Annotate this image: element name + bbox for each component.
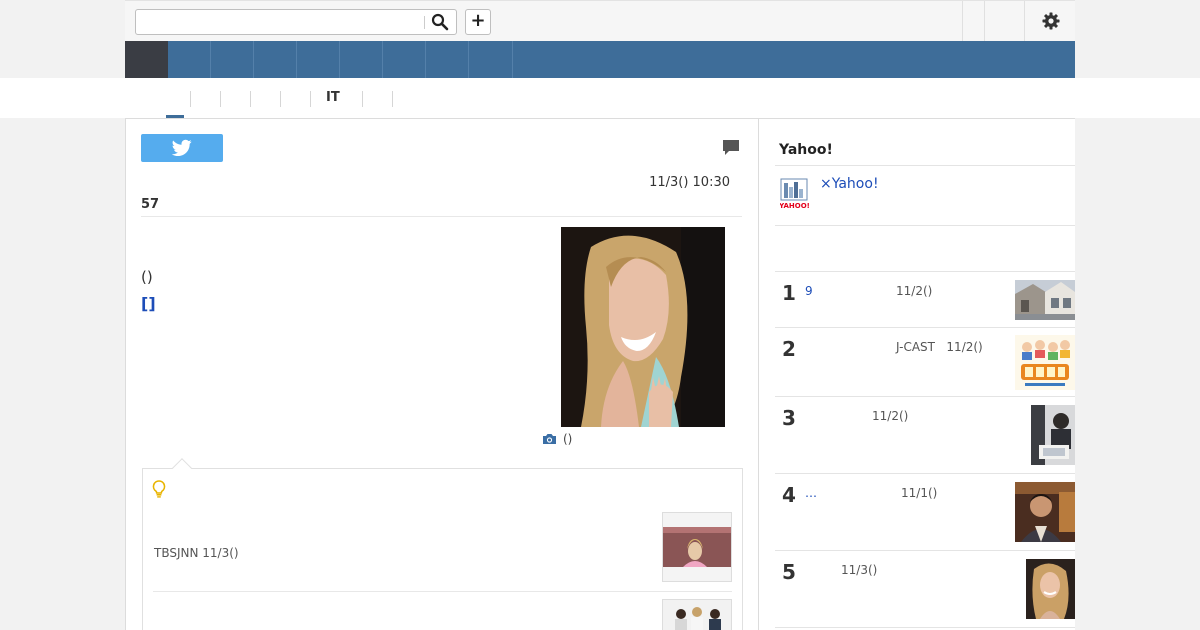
camera-icon bbox=[543, 434, 556, 444]
search-icon bbox=[431, 13, 449, 31]
lightbulb-icon bbox=[152, 480, 166, 498]
settings-button[interactable] bbox=[1024, 1, 1075, 41]
rank-number: 1 bbox=[782, 281, 796, 305]
article-photo[interactable] bbox=[561, 227, 725, 427]
rank-meta: 11/3() bbox=[841, 563, 878, 577]
header-link-2[interactable] bbox=[984, 1, 1024, 41]
sidebar-divider bbox=[775, 627, 1075, 628]
rank-meta: 11/2() bbox=[896, 284, 933, 298]
header-link-1[interactable] bbox=[962, 1, 984, 41]
gear-icon bbox=[1042, 12, 1060, 30]
article-main: 11/3() 10:30 57 () [] () TBSJNN 11/3() bbox=[125, 118, 759, 630]
sidebar-divider bbox=[775, 165, 1075, 166]
ranking-item-2[interactable]: 2 J-CAST 11/2() bbox=[775, 328, 1075, 396]
yahoo-logo[interactable]: YAHOO! bbox=[778, 178, 810, 210]
rank-meta: 11/2() bbox=[872, 409, 909, 423]
rank-thumbnail[interactable] bbox=[1026, 559, 1075, 619]
nav-item-2[interactable] bbox=[168, 41, 211, 78]
article-text: () bbox=[141, 268, 153, 286]
nav-item-5[interactable] bbox=[297, 41, 340, 78]
sub-nav: IT bbox=[0, 78, 1200, 118]
nav-item-top[interactable] bbox=[125, 41, 168, 78]
nav-item-8[interactable] bbox=[426, 41, 469, 78]
twitter-share-button[interactable] bbox=[141, 134, 223, 162]
search-box bbox=[135, 9, 457, 35]
related-arrow bbox=[172, 458, 192, 478]
rank-number: 3 bbox=[782, 406, 796, 430]
comment-icon[interactable] bbox=[722, 139, 740, 156]
ranking-item-5[interactable]: 5 11/3() bbox=[775, 551, 1075, 627]
related-thumbnail-2[interactable] bbox=[662, 599, 732, 630]
nav-item-9[interactable] bbox=[469, 41, 513, 78]
sidebar-title: Yahoo! bbox=[779, 142, 833, 158]
subnav-item-3[interactable] bbox=[220, 91, 250, 107]
article-link[interactable]: [] bbox=[141, 294, 156, 313]
comment-count[interactable]: 57 bbox=[141, 197, 159, 212]
photo-caption: () bbox=[563, 432, 573, 446]
related-news: TBSJNN 11/3() bbox=[142, 458, 743, 630]
related-thumbnail-1[interactable] bbox=[662, 512, 732, 582]
top-header: + bbox=[125, 0, 1075, 41]
subnav-item-8[interactable] bbox=[392, 91, 394, 107]
related-source: TBSJNN 11/3() bbox=[154, 546, 239, 560]
sidebar-divider bbox=[775, 225, 1075, 226]
category-nav bbox=[125, 41, 1075, 78]
nav-item-7[interactable] bbox=[383, 41, 426, 78]
rank-meta: 11/1() bbox=[901, 486, 938, 500]
rank-title[interactable]: … bbox=[805, 486, 817, 500]
twitter-icon bbox=[172, 139, 192, 156]
rank-thumbnail[interactable] bbox=[1031, 405, 1075, 465]
add-button[interactable]: + bbox=[465, 9, 491, 35]
rank-meta: J-CAST 11/2() bbox=[896, 340, 983, 354]
search-separator bbox=[424, 16, 425, 29]
subnav-item-2[interactable] bbox=[190, 91, 220, 107]
rank-number: 5 bbox=[782, 560, 796, 584]
related-divider bbox=[153, 591, 732, 592]
rank-number: 4 bbox=[782, 483, 796, 507]
rank-number: 2 bbox=[782, 337, 796, 361]
yahoo-promo-link[interactable]: ×Yahoo! bbox=[820, 176, 879, 192]
ranking-item-4[interactable]: 4 … 11/1() bbox=[775, 474, 1075, 550]
subnav-item-1[interactable] bbox=[160, 91, 190, 107]
nav-item-4[interactable] bbox=[254, 41, 297, 78]
article-date: 11/3() 10:30 bbox=[649, 175, 730, 190]
nav-item-6[interactable] bbox=[340, 41, 383, 78]
svg-text:YAHOO!: YAHOO! bbox=[780, 202, 809, 209]
ranking-item-3[interactable]: 3 11/2() bbox=[775, 397, 1075, 473]
subnav-item-4[interactable] bbox=[250, 91, 280, 107]
rank-thumbnail[interactable] bbox=[1015, 280, 1075, 320]
subnav-item-5[interactable] bbox=[280, 91, 310, 107]
ranking-item-1[interactable]: 1 9 11/2() bbox=[775, 272, 1075, 327]
subnav-label-it[interactable]: IT bbox=[326, 90, 340, 105]
rank-thumbnail[interactable] bbox=[1015, 482, 1075, 542]
rank-title[interactable]: 9 bbox=[805, 284, 813, 298]
search-button[interactable] bbox=[431, 13, 451, 31]
rank-thumbnail[interactable] bbox=[1015, 335, 1075, 390]
divider bbox=[141, 216, 742, 217]
search-input[interactable] bbox=[140, 13, 420, 31]
subnav-item-7[interactable] bbox=[362, 91, 392, 107]
sidebar: Yahoo! YAHOO! ×Yahoo! 1 9 11/2() 2 J-CAS… bbox=[759, 118, 1075, 630]
nav-item-3[interactable] bbox=[211, 41, 254, 78]
